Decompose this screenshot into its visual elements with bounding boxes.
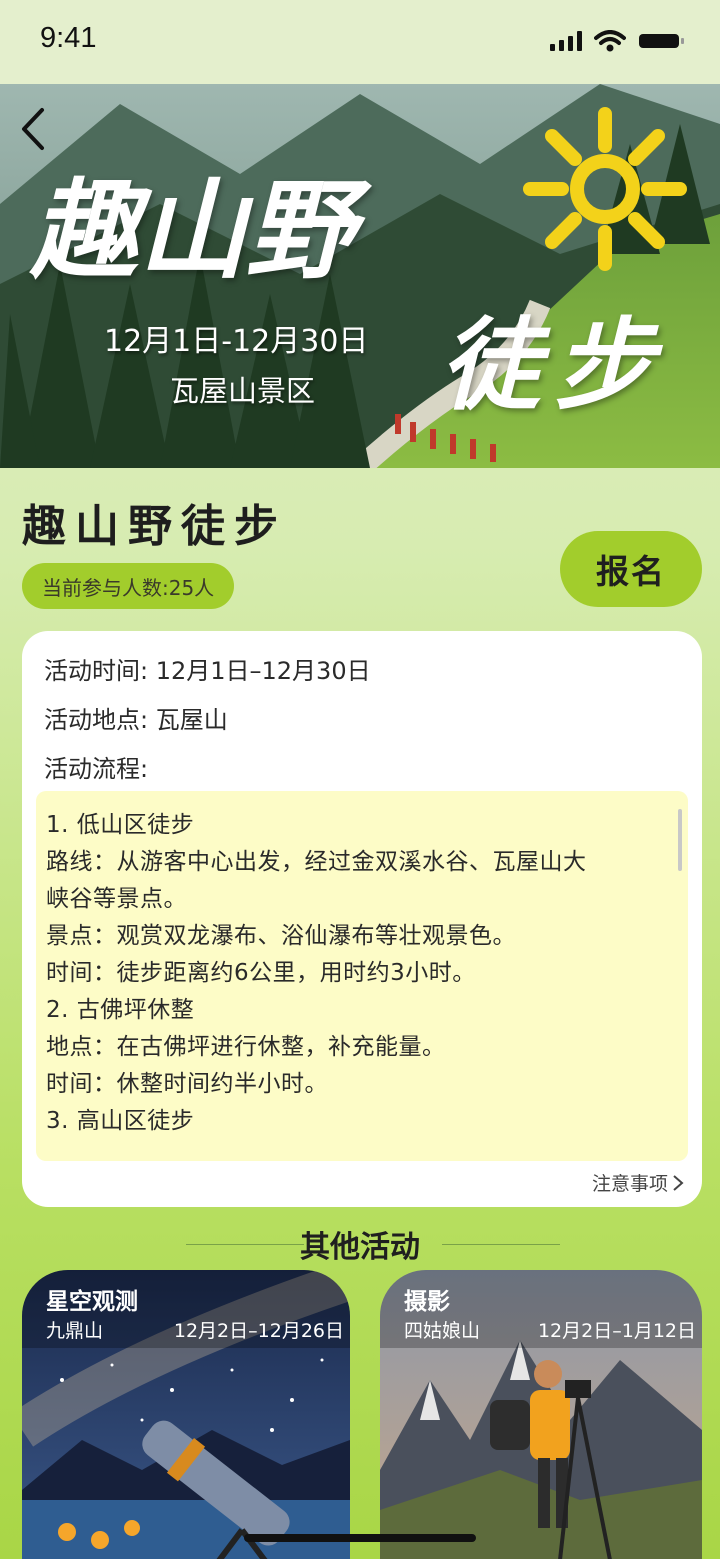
status-bar: 9:41 <box>0 0 720 84</box>
event-time: 活动时间: 12月1日–12月30日 <box>44 657 371 685</box>
activity-date: 12月2日–1月12日 <box>537 1320 696 1342</box>
chevron-right-icon <box>673 1174 684 1191</box>
activity-card-photography[interactable]: 摄影 四姑娘山 12月2日–1月12日 <box>380 1270 702 1559</box>
process-line: 2. 古佛坪休整 <box>46 997 195 1023</box>
participants-badge: 当前参与人数:25人 <box>22 563 235 609</box>
event-info-card: 活动时间: 12月1日–12月30日 活动地点: 瓦屋山 活动流程: 1. 低山… <box>22 631 702 1207</box>
battery-icon <box>639 34 684 48</box>
activity-card-stargazing[interactable]: 星空观测 九鼎山 12月2日–12月26日 <box>22 1270 350 1559</box>
activity-header: 星空观测 九鼎山 12月2日–12月26日 <box>22 1270 350 1348</box>
process-line: 时间：休整时间约半小时。 <box>46 1071 328 1097</box>
process-list: 1. 低山区徒步 路线：从游客中心出发，经过金双溪水谷、瓦屋山大 峡谷等景点。 … <box>46 807 666 1140</box>
activity-name: 摄影 <box>404 1289 450 1315</box>
activity-place: 九鼎山 <box>46 1320 104 1342</box>
wifi-icon <box>594 30 626 52</box>
status-icons <box>550 30 686 52</box>
process-label: 活动流程: <box>44 755 149 783</box>
process-scroll-box[interactable]: 1. 低山区徒步 路线：从游客中心出发，经过金双溪水谷、瓦屋山大 峡谷等景点。 … <box>36 791 688 1161</box>
status-time: 9:41 <box>40 22 97 54</box>
notes-link-label: 注意事项 <box>591 1173 668 1195</box>
other-activities-title: 其他活动 <box>300 1230 420 1265</box>
process-line: 地点：在古佛坪进行休整，补充能量。 <box>46 1034 446 1060</box>
activity-name: 星空观测 <box>46 1289 138 1315</box>
process-line: 景点：观赏双龙瀑布、浴仙瀑布等壮观景色。 <box>46 923 516 949</box>
process-line: 路线：从游客中心出发，经过金双溪水谷、瓦屋山大 <box>46 849 587 875</box>
hero-date: 12月1日-12月30日 <box>104 324 369 359</box>
hero-banner: 趣山野 徒步 12月1日-12月30日 瓦屋山景区 <box>0 84 720 468</box>
process-line: 峡谷等景点。 <box>46 886 187 912</box>
notes-link[interactable]: 注意事项 <box>592 1169 684 1196</box>
activity-header: 摄影 四姑娘山 12月2日–1月12日 <box>380 1270 702 1348</box>
process-line: 3. 高山区徒步 <box>46 1108 195 1134</box>
hero-title-line2: 徒步 <box>440 306 668 424</box>
process-scrollbar[interactable] <box>678 809 682 871</box>
home-indicator <box>244 1534 476 1542</box>
activity-date: 12月2日–12月26日 <box>173 1320 344 1342</box>
process-line: 时间：徒步距离约6公里，用时约3小时。 <box>46 960 476 986</box>
hero-title-line1: 趣山野 <box>30 168 355 294</box>
signup-button[interactable]: 报名 <box>560 531 702 607</box>
activity-place: 四姑娘山 <box>404 1320 481 1342</box>
hero-place: 瓦屋山景区 <box>170 374 316 408</box>
cellular-signal-icon <box>550 31 582 51</box>
event-location: 活动地点: 瓦屋山 <box>44 706 228 734</box>
sun-icon <box>523 107 687 271</box>
process-line: 1. 低山区徒步 <box>46 812 195 838</box>
event-title: 趣山野徒步 <box>22 501 287 552</box>
